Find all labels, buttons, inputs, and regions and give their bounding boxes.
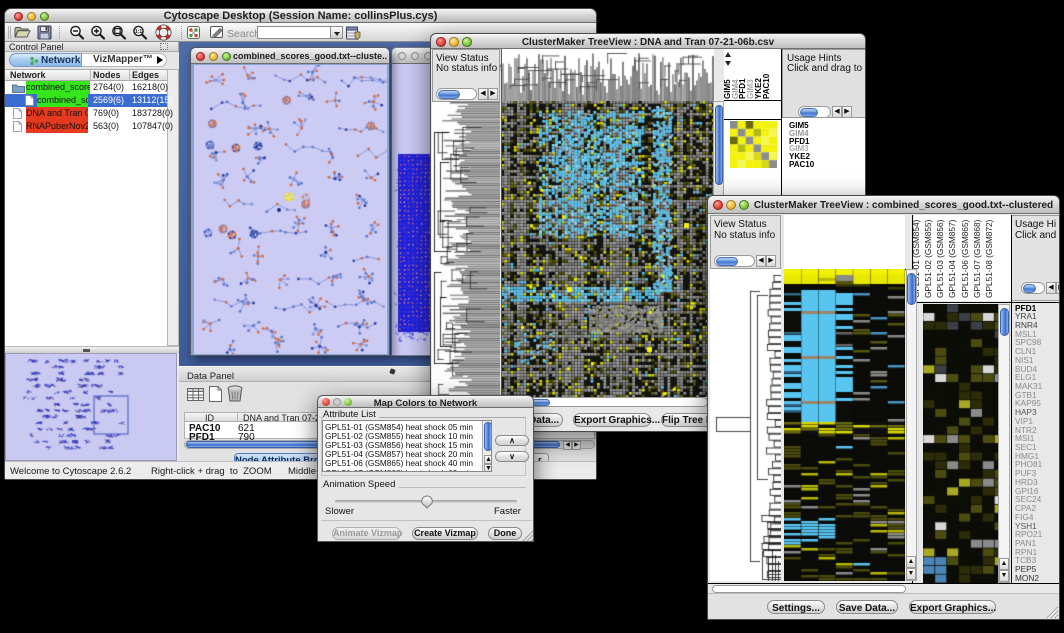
svg-text:1:1: 1:1 — [135, 29, 142, 35]
